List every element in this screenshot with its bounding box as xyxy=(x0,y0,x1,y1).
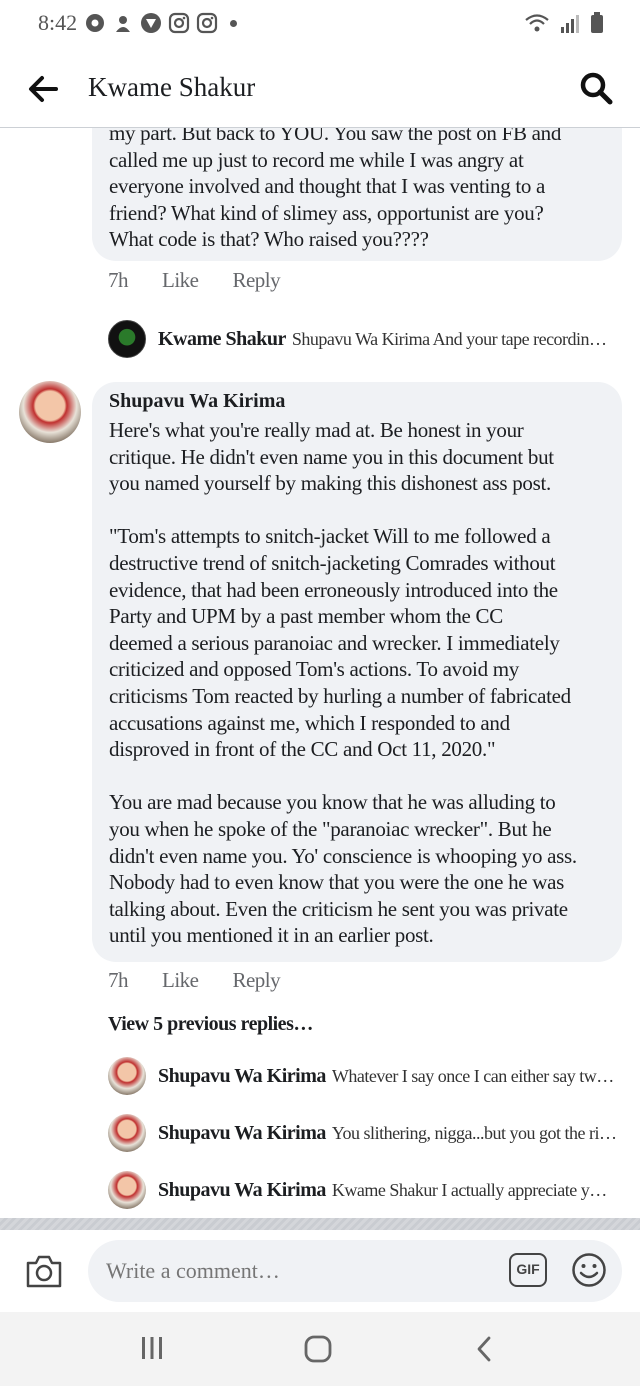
comment-1-like-button[interactable]: Like xyxy=(162,268,199,293)
comment-1-text-top: my part. But back to YOU. You saw the po… xyxy=(109,128,562,145)
reply-snippet: Whatever I say once I can either say tw… xyxy=(331,1065,614,1086)
reply-snippet: Shupavu Wa Kirima And your tape recordin… xyxy=(291,328,607,349)
avatar[interactable] xyxy=(108,1171,146,1209)
comment-1-actions: 7h Like Reply xyxy=(108,268,281,293)
back-arrow-icon[interactable] xyxy=(26,74,60,104)
comment-2-text: Here's what you're really mad at. Be hon… xyxy=(109,418,577,948)
search-icon[interactable] xyxy=(578,70,614,106)
status-notification-icons xyxy=(84,12,237,34)
notification-vpn-icon xyxy=(141,13,161,33)
home-icon[interactable] xyxy=(303,1334,333,1364)
wifi-icon xyxy=(525,14,549,32)
reply-author[interactable]: Kwame Shakur xyxy=(158,328,286,351)
avatar[interactable] xyxy=(108,1057,146,1095)
comment-2-time: 7h xyxy=(108,968,129,992)
reply-preview-kwame[interactable]: Kwame Shakur Shupavu Wa Kirima And your … xyxy=(108,320,618,358)
comment-2-like-button[interactable]: Like xyxy=(162,968,199,993)
reply-preview-3[interactable]: Shupavu Wa Kirima Kwame Shakur I actuall… xyxy=(108,1171,618,1209)
comment-2-author[interactable]: Shupavu Wa Kirima xyxy=(109,390,604,413)
comment-1-text: called me up just to record me while I w… xyxy=(109,147,546,252)
camera-icon[interactable] xyxy=(24,1252,64,1290)
reply-author[interactable]: Shupavu Wa Kirima xyxy=(158,1065,326,1088)
reply-preview-1[interactable]: Shupavu Wa Kirima Whatever I say once I … xyxy=(108,1057,618,1095)
comment-composer: GIF xyxy=(0,1230,640,1312)
reply-snippet: You slithering, nigga...but you got the … xyxy=(331,1122,617,1143)
view-previous-replies-link[interactable]: View 5 previous replies… xyxy=(108,1013,313,1036)
notification-instagram-icon xyxy=(168,12,190,34)
composer-divider xyxy=(0,1218,640,1230)
reply-author[interactable]: Shupavu Wa Kirima xyxy=(158,1179,326,1202)
comment-2-actions: 7h Like Reply xyxy=(108,968,281,993)
comment-bubble-2: Shupavu Wa Kirima Here's what you're rea… xyxy=(92,382,622,962)
page-title: Kwame Shakur xyxy=(88,72,256,102)
reply-author[interactable]: Shupavu Wa Kirima xyxy=(158,1122,326,1145)
recent-apps-icon[interactable] xyxy=(139,1334,165,1362)
notification-gear-icon xyxy=(86,14,104,32)
notification-instagram-icon-2 xyxy=(196,12,218,34)
gif-button[interactable]: GIF xyxy=(509,1253,547,1287)
comment-bubble-1: my part. But back to YOU. You saw the po… xyxy=(92,128,622,261)
signal-icon xyxy=(561,15,579,33)
avatar[interactable] xyxy=(19,381,81,443)
status-bar: 8:42 xyxy=(0,0,640,48)
reply-snippet: Kwame Shakur I actually appreciate y… xyxy=(331,1179,607,1200)
avatar[interactable] xyxy=(108,1114,146,1152)
notification-app-icon xyxy=(116,16,130,32)
comment-1-time: 7h xyxy=(108,268,129,292)
reply-preview-2[interactable]: Shupavu Wa Kirima You slithering, nigga.… xyxy=(108,1114,618,1152)
system-navigation-bar xyxy=(0,1312,640,1386)
emoji-icon[interactable] xyxy=(571,1252,607,1288)
status-system-icons xyxy=(524,12,604,34)
header: Kwame Shakur xyxy=(0,48,640,128)
more-notifications-dot-icon xyxy=(230,19,237,27)
comments-feed[interactable]: my part. But back to YOU. You saw the po… xyxy=(0,128,640,1218)
comment-1-reply-button[interactable]: Reply xyxy=(232,268,280,293)
comment-2-reply-button[interactable]: Reply xyxy=(232,968,280,993)
back-nav-icon[interactable] xyxy=(474,1334,494,1364)
avatar[interactable] xyxy=(108,320,146,358)
status-time: 8:42 xyxy=(38,10,78,35)
battery-icon xyxy=(591,12,603,33)
